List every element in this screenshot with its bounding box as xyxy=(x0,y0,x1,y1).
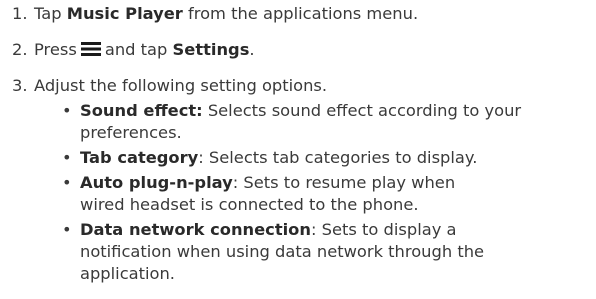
step-1: 1. Tap Music Player from the applications… xyxy=(12,3,418,25)
step-1-number: 1. xyxy=(12,4,28,23)
option-1-bullet: • xyxy=(62,101,72,120)
step-1-post: from the applications menu. xyxy=(182,4,419,23)
step-3-number: 3. xyxy=(12,76,28,95)
option-1-label: Sound effect: xyxy=(80,101,203,120)
step-1-bold: Music Player xyxy=(66,4,183,23)
step-3-text: Adjust the following setting options. xyxy=(34,76,328,95)
step-2-mid: and tap xyxy=(104,40,173,59)
option-3-bullet: • xyxy=(62,173,72,192)
step-1-pre: Tap xyxy=(34,4,67,23)
option-4-bullet: • xyxy=(62,220,72,239)
option-2-desc: : Selects tab categories to display. xyxy=(198,148,478,167)
option-tab-category: Tab category: Selects tab categories to … xyxy=(80,147,590,169)
menu-icon xyxy=(80,40,101,56)
instructions-page: 1. Tap Music Player from the applications… xyxy=(0,0,596,299)
option-data-network-connection: Data network connection: Sets to display… xyxy=(80,219,500,285)
option-sound-effect: Sound effect: Selects sound effect accor… xyxy=(80,100,590,144)
step-2: 2. Press and tap Settings. xyxy=(12,39,255,61)
option-2-label: Tab category xyxy=(80,148,199,167)
option-3-label: Auto plug-n-play xyxy=(80,173,233,192)
step-2-post: . xyxy=(249,40,255,59)
step-2-bold: Settings xyxy=(172,40,250,59)
step-2-number: 2. xyxy=(12,40,28,59)
option-auto-plug-n-play: Auto plug-n-play: Sets to resume play wh… xyxy=(80,172,500,216)
option-4-label: Data network connection xyxy=(80,220,311,239)
step-3: 3. Adjust the following setting options. xyxy=(12,75,327,97)
step-2-pre: Press xyxy=(34,40,77,59)
option-2-bullet: • xyxy=(62,148,72,167)
